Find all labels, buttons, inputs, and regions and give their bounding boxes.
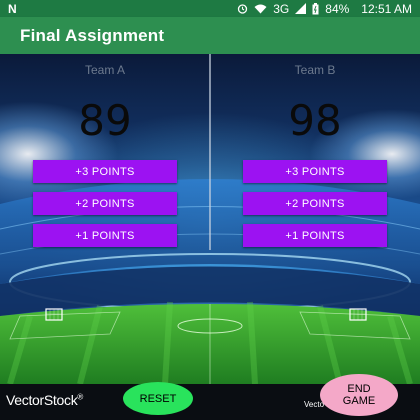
- team-a-name: Team A: [84, 63, 126, 77]
- team-a-plus3-button[interactable]: +3 POINTS: [33, 160, 177, 183]
- team-b-plus3-button[interactable]: +3 POINTS: [243, 160, 387, 183]
- end-game-line1: END: [347, 383, 371, 395]
- app-bar: Final Assignment: [0, 17, 420, 54]
- team-a-plus2-button[interactable]: +2 POINTS: [33, 192, 177, 215]
- team-b-score: 98: [288, 96, 342, 145]
- end-game-button[interactable]: END GAME: [320, 374, 398, 416]
- watermark-text: VectorStock: [6, 392, 78, 408]
- watermark-trademark: ®: [77, 392, 84, 402]
- notification-icon: N: [8, 1, 17, 16]
- end-game-line2: GAME: [342, 395, 376, 407]
- team-b-plus1-button[interactable]: +1 POINTS: [243, 224, 387, 247]
- app-title: Final Assignment: [20, 25, 165, 45]
- status-bar-right: 3G 84% 12:51 AM: [237, 2, 412, 16]
- clock: 12:51 AM: [361, 1, 412, 16]
- vectorstock-watermark: VectorStock®: [6, 392, 83, 408]
- battery-icon: [312, 2, 319, 15]
- team-a-score: 89: [78, 96, 132, 145]
- team-b-name: Team B: [294, 63, 336, 77]
- status-bar: N 3G 84% 12:51 AM: [0, 0, 420, 17]
- battery-level: 84%: [325, 1, 350, 16]
- team-b-plus2-button[interactable]: +2 POINTS: [243, 192, 387, 215]
- signal-icon: [295, 3, 307, 14]
- alarm-icon: [237, 3, 248, 14]
- network-type: 3G: [273, 1, 290, 16]
- end-game-label: END GAME: [343, 383, 375, 407]
- wifi-icon: [254, 3, 267, 14]
- reset-button[interactable]: RESET: [123, 382, 193, 415]
- team-divider: [209, 54, 211, 250]
- team-a-plus1-button[interactable]: +1 POINTS: [33, 224, 177, 247]
